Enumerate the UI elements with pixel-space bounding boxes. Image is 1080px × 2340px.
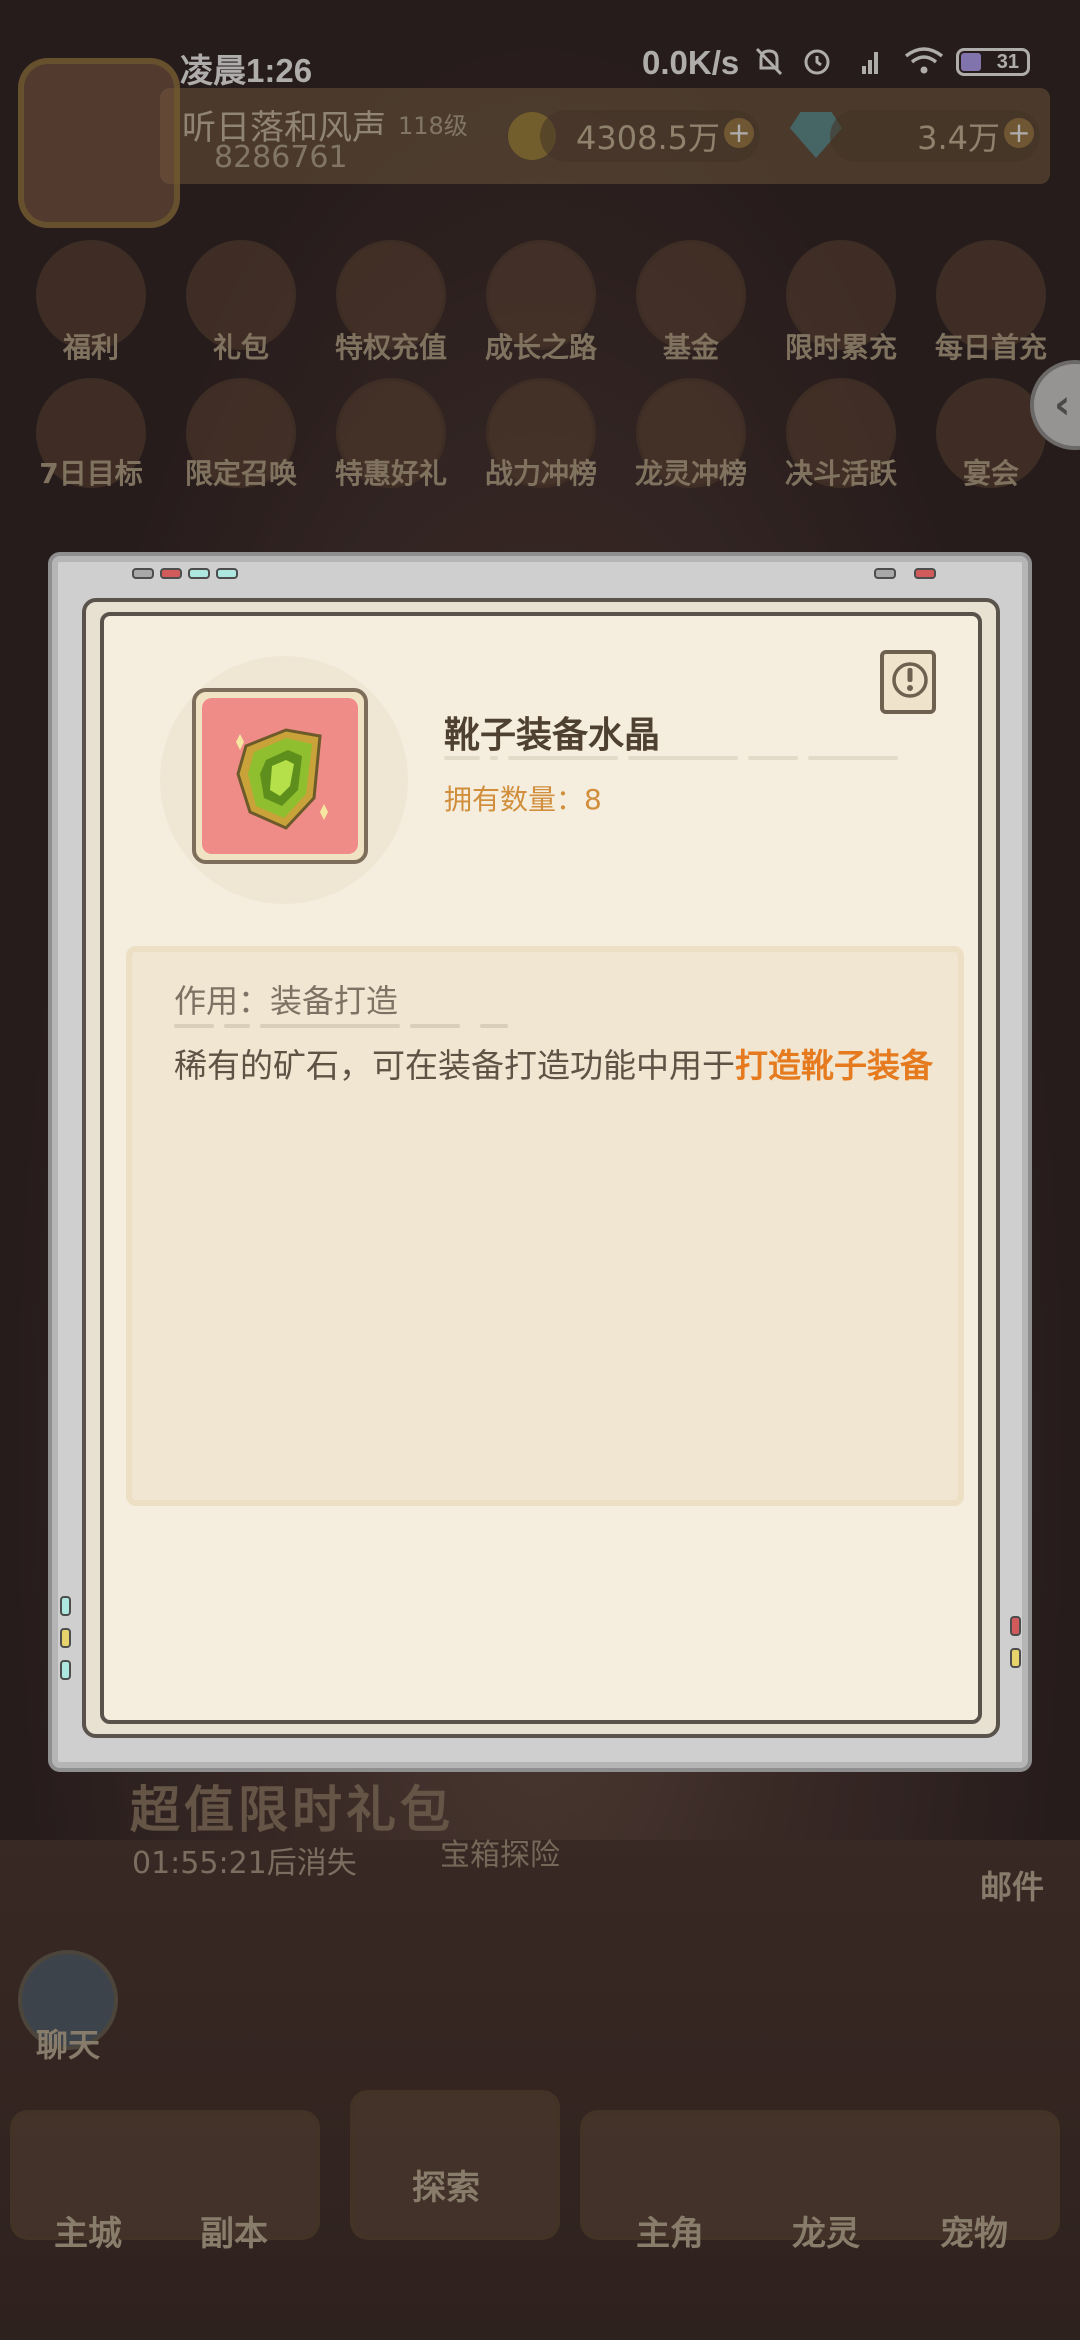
- decor-line: [628, 756, 738, 760]
- decor-line: [808, 756, 898, 760]
- item-description-panel: 作用：装备打造 稀有的矿石，可在装备打造功能中用于打造靴子装备: [126, 946, 964, 1506]
- decor-light: [60, 1628, 71, 1648]
- item-description: 稀有的矿石，可在装备打造功能中用于打造靴子装备: [174, 1040, 954, 1092]
- decor-line: [444, 756, 480, 760]
- item-usage: 作用：装备打造: [174, 982, 399, 1020]
- modal-frame: 靴子装备水晶 拥有数量：8 作用：装备打造 稀有的矿石，可在装备打造功能中用于打…: [82, 598, 1000, 1738]
- decor-line: [480, 1024, 508, 1028]
- item-name: 靴子装备水晶: [444, 715, 661, 756]
- item-owned-count: 拥有数量：8: [444, 783, 602, 816]
- decor-line: [748, 756, 798, 760]
- description-text: 稀有的矿石，可在装备打造功能中用于: [174, 1046, 735, 1085]
- decor-light: [188, 568, 210, 579]
- decor-line: [410, 1024, 460, 1028]
- decor-line: [508, 756, 618, 760]
- modal-content: 靴子装备水晶 拥有数量：8 作用：装备打造 稀有的矿石，可在装备打造功能中用于打…: [100, 612, 982, 1724]
- description-highlight: 打造靴子装备: [735, 1046, 933, 1085]
- green-crystal-icon: [236, 728, 328, 830]
- decor-light: [1010, 1616, 1021, 1636]
- decor-light: [914, 568, 936, 579]
- decor-line: [490, 756, 498, 760]
- decor-light: [216, 568, 238, 579]
- decor-line: [174, 1024, 214, 1028]
- decor-line: [224, 1024, 250, 1028]
- item-detail-modal: 靴子装备水晶 拥有数量：8 作用：装备打造 稀有的矿石，可在装备打造功能中用于打…: [48, 552, 1032, 1772]
- item-slot: [192, 688, 368, 864]
- item-slot-background: [202, 698, 358, 854]
- decor-light: [874, 568, 896, 579]
- decor-light: [132, 568, 154, 579]
- decor-light: [60, 1596, 71, 1616]
- decor-light: [60, 1660, 71, 1680]
- decor-line: [260, 1024, 400, 1028]
- decor-light: [160, 568, 182, 579]
- exclamation-icon: [892, 662, 928, 698]
- decor-light: [1010, 1648, 1021, 1668]
- item-info-book-icon[interactable]: [880, 650, 936, 714]
